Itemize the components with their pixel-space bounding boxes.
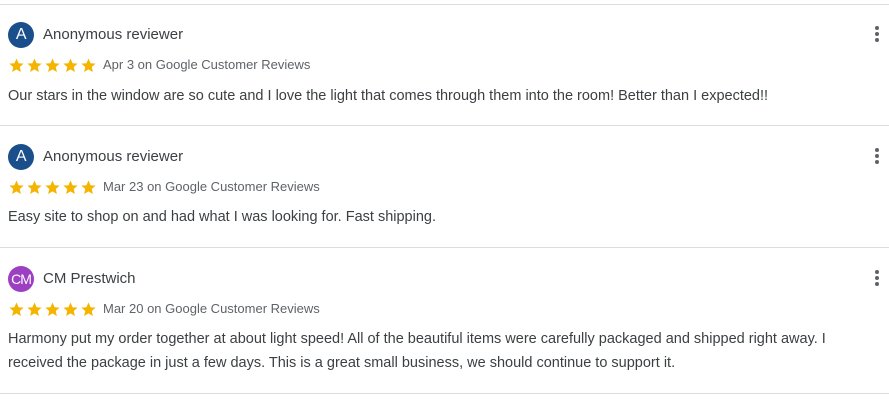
divider: [0, 247, 889, 248]
rating-row: Mar 23 on Google Customer Reviews: [8, 178, 320, 196]
rating-row: Apr 3 on Google Customer Reviews: [8, 56, 310, 74]
review-date-source: Mar 20 on Google Customer Reviews: [103, 301, 320, 316]
star-icon: [9, 302, 24, 316]
star-icon: [63, 180, 78, 194]
star-icon: [63, 58, 78, 72]
review-text: Harmony put my order together at about l…: [8, 331, 826, 371]
divider: [0, 125, 889, 126]
avatar: CM: [8, 266, 34, 292]
reviewer-name: Anonymous reviewer: [43, 26, 184, 43]
more-options-button[interactable]: [868, 25, 886, 45]
star-icon: [27, 180, 42, 194]
star-icon: [27, 58, 42, 72]
review-text: Our stars in the window are so cute and …: [8, 88, 769, 104]
avatar: A: [8, 22, 34, 48]
star-icon: [27, 302, 42, 316]
star-icon: [81, 302, 96, 316]
star-icon: [45, 302, 60, 316]
divider: [0, 393, 889, 394]
star-icon: [81, 180, 96, 194]
star-icon: [45, 58, 60, 72]
star-rating: [8, 179, 97, 196]
reviewer-name: Anonymous reviewer: [43, 148, 184, 165]
star-icon: [81, 58, 96, 72]
reviewer-name: CM Prestwich: [43, 270, 136, 287]
review-text: Easy site to shop on and had what I was …: [8, 209, 437, 225]
star-icon: [9, 58, 24, 72]
rating-row: Mar 20 on Google Customer Reviews: [8, 300, 320, 318]
star-icon: [63, 302, 78, 316]
reviews-list: A Anonymous reviewer Apr 3 on Google Cus…: [0, 0, 889, 400]
avatar: A: [8, 144, 34, 170]
more-options-button[interactable]: [868, 147, 886, 167]
star-rating: [8, 57, 97, 74]
review-date-source: Mar 23 on Google Customer Reviews: [103, 179, 320, 194]
divider: [0, 4, 889, 5]
star-icon: [9, 180, 24, 194]
more-options-button[interactable]: [868, 269, 886, 289]
star-icon: [45, 180, 60, 194]
review-date-source: Apr 3 on Google Customer Reviews: [103, 57, 311, 72]
star-rating: [8, 301, 97, 318]
